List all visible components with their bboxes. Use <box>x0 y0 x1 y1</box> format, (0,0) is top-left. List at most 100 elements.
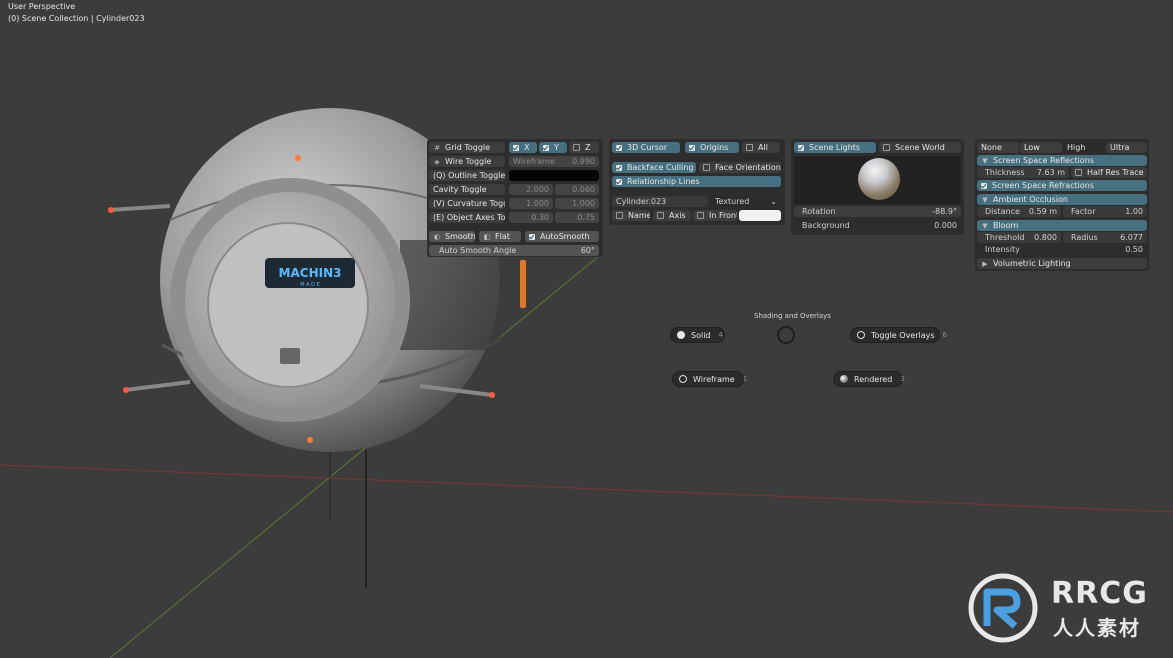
axis-checkbox[interactable]: Axis <box>653 210 691 221</box>
smooth-label: Smooth <box>445 232 475 241</box>
thickness-label: Thickness <box>985 168 1025 177</box>
3d-viewport[interactable]: User Perspective (0) Scene Collection | … <box>0 0 1173 658</box>
object-name-value: Cylinder.023 <box>616 197 667 206</box>
face-orientation-checkbox[interactable]: Face Orientation <box>699 162 781 173</box>
rendered-shading-button[interactable]: Rendered 3 <box>833 371 905 387</box>
wireframe-value: 0.990 <box>572 157 595 166</box>
wireframe-shading-button[interactable]: Wireframe 1 <box>672 371 747 387</box>
wireframe-threshold-field[interactable]: Wireframe 0.990 <box>509 156 599 167</box>
backface-culling-checkbox[interactable]: Backface Culling <box>612 162 696 173</box>
ao-header[interactable]: ▼ Ambient Occlusion <box>977 194 1147 205</box>
grid-x-checkbox[interactable]: X <box>509 142 537 153</box>
bloom-threshold-field[interactable]: Threshold 0.800 <box>977 232 1061 243</box>
outline-toggle-button[interactable]: (Q) Outline Toggle <box>429 170 505 181</box>
scene-lights-checkbox[interactable]: Scene Lights <box>794 142 876 153</box>
origins-all-checkbox[interactable]: All <box>742 142 780 153</box>
axes-size-field[interactable]: 0.30 <box>509 212 553 223</box>
pie-menu-title: Shading and Overlays <box>754 312 831 320</box>
cavity-valley-value: 0.060 <box>572 185 595 194</box>
ao-factor-value: 1.00 <box>1125 207 1143 216</box>
quality-none-button[interactable]: None <box>977 142 1019 153</box>
curvature-ridge-field[interactable]: 1.000 <box>509 198 553 209</box>
cavity-valley-field[interactable]: 0.060 <box>555 184 599 195</box>
curvature-toggle-button[interactable]: (V) Curvature Toggle <box>429 198 505 209</box>
object-name-field[interactable]: Cylinder.023 <box>612 196 708 207</box>
flat-button[interactable]: ◧ Flat <box>479 231 521 242</box>
thickness-field[interactable]: Thickness 7.63 m <box>977 167 1069 178</box>
toggle-overlays-button[interactable]: Toggle Overlays 6 <box>850 327 947 343</box>
hdri-preview[interactable] <box>794 156 961 204</box>
object-axes-label: (E) Object Axes Tog... <box>433 213 505 222</box>
rendered-shortcut: 3 <box>900 375 905 383</box>
scene-world-checkbox[interactable]: Scene World <box>879 142 961 153</box>
ao-factor-field[interactable]: Factor 1.00 <box>1063 206 1147 217</box>
smooth-button[interactable]: ◐ Smooth <box>429 231 475 242</box>
grid-icon: # <box>434 143 440 152</box>
origins-label: Origins <box>700 143 729 152</box>
smooth-icon: ◐ <box>433 232 441 241</box>
relationship-lines-checkbox[interactable]: Relationship Lines <box>612 176 781 187</box>
solid-shading-button[interactable]: Solid 4 <box>670 327 725 343</box>
wire-icon: ◈ <box>434 157 440 166</box>
quality-low-button[interactable]: Low <box>1020 142 1062 153</box>
axes-size-value: 0.30 <box>531 213 549 222</box>
rrcg-brand-text: RRCG <box>1051 576 1148 611</box>
cavity-ridge-field[interactable]: 2.000 <box>509 184 553 195</box>
bloom-header[interactable]: ▼ Bloom <box>977 220 1147 231</box>
autosmooth-angle-value: 60° <box>580 246 595 255</box>
checkbox-icon <box>703 164 710 171</box>
rendered-sphere-icon <box>840 375 848 383</box>
checkbox-icon <box>573 144 580 151</box>
ssrefr-checkbox[interactable]: Screen Space Refractions <box>977 180 1147 191</box>
axes-alpha-field[interactable]: 0.75 <box>555 212 599 223</box>
ao-factor-label: Factor <box>1071 207 1096 216</box>
hdri-sphere-icon <box>858 158 900 200</box>
grid-toggle-button[interactable]: # Grid Toggle <box>429 142 505 153</box>
name-checkbox[interactable]: Name <box>612 210 650 221</box>
rendered-label: Rendered <box>854 374 893 384</box>
face-orientation-label: Face Orientation <box>715 163 781 172</box>
checkbox-icon <box>513 144 519 151</box>
grid-y-checkbox[interactable]: Y <box>539 142 567 153</box>
object-axes-toggle-button[interactable]: (E) Object Axes Tog... <box>429 212 505 223</box>
autosmooth-angle-field[interactable]: Auto Smooth Angle 60° <box>429 245 599 256</box>
pie-center-ring <box>777 326 795 344</box>
grid-x-label: X <box>524 143 530 152</box>
viewport-overlays-panel: 3D Cursor Origins All Backface Culling F… <box>609 139 785 225</box>
triangle-down-icon: ▼ <box>982 221 988 230</box>
bloom-radius-field[interactable]: Radius 6.077 <box>1063 232 1147 243</box>
checkbox-icon <box>1075 169 1082 176</box>
outline-color-swatch[interactable] <box>509 170 599 181</box>
in-front-checkbox[interactable]: In Front <box>693 210 737 221</box>
background-field[interactable]: Background 0.000 <box>794 220 961 231</box>
wire-toggle-label: Wire Toggle <box>445 157 492 166</box>
cavity-toggle-button[interactable]: Cavity Toggle <box>429 184 505 195</box>
cavity-toggle-label: Cavity Toggle <box>433 185 487 194</box>
checkbox-icon <box>657 212 664 219</box>
wire-toggle-button[interactable]: ◈ Wire Toggle <box>429 156 505 167</box>
object-color-swatch[interactable] <box>739 210 781 221</box>
bloom-label: Bloom <box>993 221 1019 230</box>
quality-high-button[interactable]: High <box>1063 142 1105 153</box>
origins-checkbox[interactable]: Origins <box>685 142 739 153</box>
rotation-field[interactable]: Rotation -88.9° <box>794 206 961 217</box>
3d-cursor-checkbox[interactable]: 3D Cursor <box>612 142 680 153</box>
ssr-header[interactable]: ▼ Screen Space Reflections <box>977 155 1147 166</box>
quality-ultra-button[interactable]: Ultra <box>1106 142 1147 153</box>
half-res-checkbox[interactable]: Half Res Trace <box>1071 167 1147 178</box>
curvature-valley-field[interactable]: 1.000 <box>555 198 599 209</box>
grid-toggle-label: Grid Toggle <box>445 143 491 152</box>
bloom-intensity-field[interactable]: Intensity 0.50 <box>977 244 1147 255</box>
checkbox-icon <box>616 144 622 151</box>
display-mode-dropdown[interactable]: Textured ⌄ <box>711 196 781 207</box>
grid-z-label: Z <box>585 143 591 152</box>
volumetric-header[interactable]: ▶ Volumetric Lighting <box>977 258 1147 269</box>
ao-distance-field[interactable]: Distance 0.59 m <box>977 206 1061 217</box>
overlays-icon <box>857 331 865 339</box>
autosmooth-checkbox[interactable]: AutoSmooth <box>525 231 599 242</box>
grid-z-checkbox[interactable]: Z <box>569 142 599 153</box>
checkbox-icon <box>616 178 622 185</box>
origins-all-label: All <box>758 143 768 152</box>
checkbox-icon <box>529 233 535 240</box>
solid-shortcut: 4 <box>718 331 723 339</box>
